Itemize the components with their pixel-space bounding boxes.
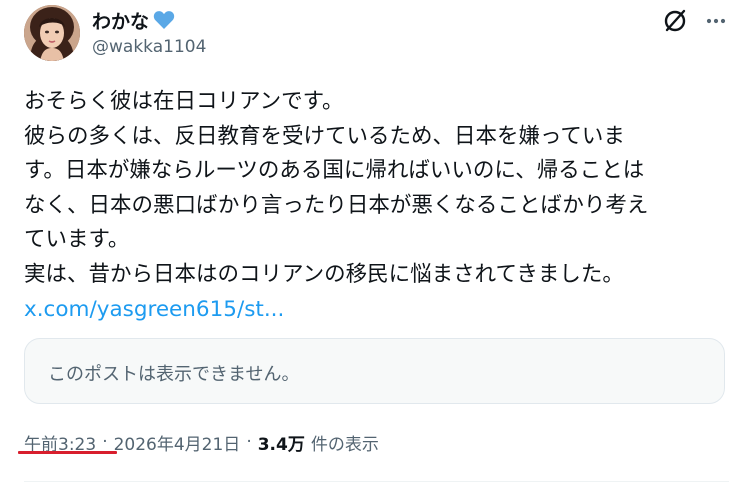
display-name-row: わかな xyxy=(92,6,175,34)
avatar[interactable] xyxy=(24,5,80,61)
meta-separator: · xyxy=(102,432,108,452)
display-name[interactable]: わかな xyxy=(92,7,149,34)
tweet-text-paragraph: 彼らの多くは、反日教育を受けているため、日本を嫌っていま す。日本が嫌ならルーツ… xyxy=(24,123,649,253)
views-count[interactable]: 3.4万 xyxy=(258,430,305,455)
tweet-text-line-1: おそらく彼は在日コリアンです。 xyxy=(24,89,344,114)
annotation-underline xyxy=(18,451,117,454)
tweet-link[interactable]: x.com/yasgreen615/st... xyxy=(24,297,284,322)
user-handle[interactable]: @wakka1104 xyxy=(92,37,206,57)
more-horizontal-icon[interactable] xyxy=(703,8,729,34)
tweet-text: おそらく彼は在日コリアンです。 彼らの多くは、反日教育を受けているため、日本を嫌… xyxy=(24,85,724,327)
divider xyxy=(24,481,729,482)
avatar-portrait xyxy=(24,5,80,61)
tweet-text-line-3: 実は、昔から日本はのコリアンの移民に悩まされてきました。 xyxy=(24,261,624,287)
tweet-date[interactable]: 2026年4月21日 xyxy=(114,430,241,455)
unavailable-message: このポストは表示できません。 xyxy=(48,364,300,385)
quoted-post-unavailable-card: このポストは表示できません。 xyxy=(24,338,725,404)
blue-heart-icon xyxy=(153,10,175,30)
grok-slash-circle-icon[interactable] xyxy=(662,8,688,34)
tweet: わかな @wakka1104 おそらく彼は在日コリアンです。 彼らの多くは、反日… xyxy=(0,0,753,497)
views-label[interactable]: 件の表示 xyxy=(311,430,379,455)
meta-separator: · xyxy=(246,432,252,452)
